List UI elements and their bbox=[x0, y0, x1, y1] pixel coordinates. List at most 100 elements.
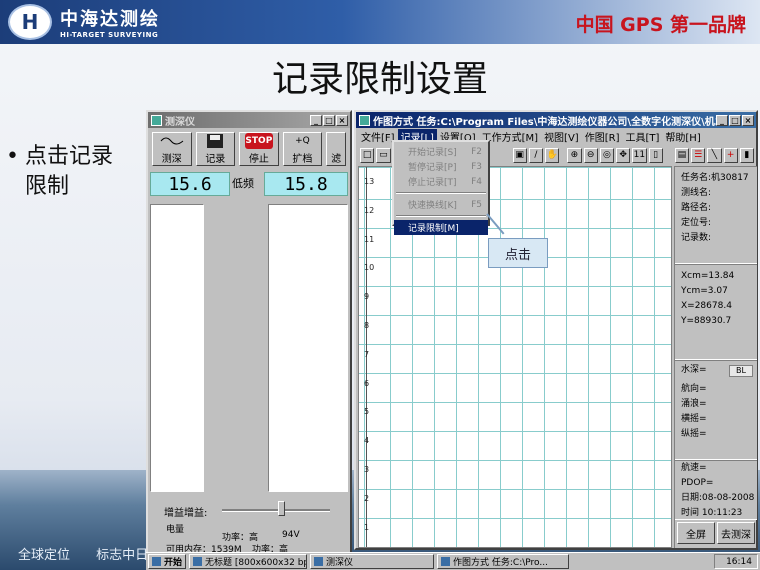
menu-view[interactable]: 视图[V] bbox=[541, 129, 582, 144]
y-tick-label: 2 bbox=[364, 493, 370, 503]
record-button[interactable]: 记录 bbox=[195, 132, 236, 166]
time-value: 时间 10:11:23 bbox=[681, 508, 743, 518]
pdop-value: PDOP= bbox=[681, 478, 714, 488]
start-button[interactable]: 开始 bbox=[148, 554, 187, 569]
bl-badge: BL bbox=[729, 365, 753, 377]
taskbar-item-label: 无标题 [800x600x32 bp... bbox=[205, 558, 308, 568]
menu-item-record-limit[interactable]: 记录限制[M] bbox=[394, 220, 488, 235]
sounder-title: 测深仪 bbox=[165, 116, 195, 128]
start-record-label: 开始记录[S] bbox=[408, 148, 457, 158]
status-section: 航速= PDOP= 日期:08-08-2008 时间 10:11:23 bbox=[675, 460, 757, 520]
expand-range-button[interactable]: +Q 扩档 bbox=[282, 132, 323, 166]
new-icon[interactable]: □ bbox=[360, 147, 375, 163]
fullscreen-button[interactable]: 全屏 bbox=[677, 522, 715, 544]
logo-mark-icon: H bbox=[8, 4, 52, 40]
close-button[interactable]: × bbox=[336, 114, 348, 126]
stop-icon: STOP bbox=[244, 133, 273, 149]
filter-button-partial[interactable]: 滤 bbox=[326, 132, 346, 166]
list-icon[interactable]: ☰ bbox=[691, 147, 706, 163]
gain-label: 增益增益: bbox=[164, 508, 208, 519]
logo-en-text: HI-TARGET SURVEYING bbox=[60, 31, 159, 39]
one-to-one-icon[interactable]: 11 bbox=[632, 147, 647, 163]
table-icon[interactable]: ▤ bbox=[674, 147, 689, 163]
task-name: 任务名:机30817 bbox=[681, 173, 749, 183]
menu-item-quick-line[interactable]: 快速换线[K] F5 bbox=[394, 197, 488, 212]
zoom-in-icon[interactable]: ⊕ bbox=[567, 147, 582, 163]
readout-left: 15.6 bbox=[150, 172, 230, 196]
more-icon[interactable]: ▮ bbox=[739, 147, 754, 163]
windows-icon bbox=[152, 557, 161, 566]
surge-value: 涌浪= bbox=[681, 399, 707, 409]
clock: 16:14 bbox=[726, 556, 752, 567]
sounder-toolbar: 测深 记录 STOP 停止 +Q 扩档 滤 bbox=[150, 130, 348, 170]
task-info-section: 任务名:机30817 测线名: 路径名: 定位号: 记录数: bbox=[675, 166, 757, 264]
echo-panel-left bbox=[150, 204, 204, 492]
sounding-button[interactable]: 测深 bbox=[152, 132, 192, 166]
gain-slider-thumb[interactable] bbox=[278, 501, 286, 516]
bullet-text: 点击记录限制 bbox=[24, 144, 113, 199]
x-value: X=28678.4 bbox=[681, 301, 732, 311]
click-callout: 点击 bbox=[488, 238, 548, 268]
sounder-titlebar[interactable]: 测深仪 _ □ × bbox=[148, 112, 350, 128]
taskbar-item-sounder[interactable]: 测深仪 bbox=[310, 554, 435, 569]
app-icon bbox=[359, 114, 370, 126]
system-tray: 16:14 bbox=[714, 554, 758, 569]
plot-titlebar[interactable]: 作图方式 任务:C:\Program Files\中海达测绘仪器公司\全数字化测… bbox=[356, 112, 756, 128]
expand-range-label: 扩档 bbox=[292, 154, 313, 165]
zoom-out-icon[interactable]: ⊖ bbox=[583, 147, 598, 163]
pitch-value: 纵摇= bbox=[681, 429, 707, 439]
taskbar-item-untitled[interactable]: 无标题 [800x600x32 bp... bbox=[189, 554, 308, 569]
info-panel: 任务名:机30817 测线名: 路径名: 定位号: 记录数: Xcm=13.84… bbox=[674, 166, 757, 548]
pan-icon[interactable]: ✥ bbox=[616, 147, 631, 163]
stop-record-label: 停止记录[T] bbox=[408, 178, 457, 188]
bottom-text-2: 标志中日 bbox=[96, 548, 149, 563]
menu-item-start-record[interactable]: 开始记录[S] F2 bbox=[394, 144, 488, 159]
pencil-icon[interactable]: / bbox=[528, 147, 543, 163]
coord-section: Xcm=13.84 Ycm=3.07 X=28678.4 Y=88930.7 bbox=[675, 264, 757, 360]
wave-icon bbox=[158, 133, 186, 149]
cross-icon[interactable]: + bbox=[723, 147, 738, 163]
go-sounding-button[interactable]: 去测深 bbox=[717, 522, 755, 544]
speed-value: 航速= bbox=[681, 463, 707, 473]
bullet-marker: • bbox=[6, 144, 19, 169]
maximize-button[interactable]: □ bbox=[729, 114, 741, 126]
xcm-value: Xcm=13.84 bbox=[681, 271, 735, 281]
y-tick-label: 3 bbox=[364, 465, 370, 474]
menu-item-stop-record[interactable]: 停止记录[T] F4 bbox=[394, 174, 488, 189]
menu-separator bbox=[396, 192, 486, 194]
menu-item-pause-record[interactable]: 暂停记录[P] F3 bbox=[394, 159, 488, 174]
record-label: 记录 bbox=[205, 154, 226, 165]
gain-slider-track[interactable] bbox=[222, 509, 330, 512]
y-tick-label: 6 bbox=[364, 378, 370, 388]
zoom-fit-icon[interactable]: ◎ bbox=[599, 147, 614, 163]
y-tick-label: 9 bbox=[364, 292, 370, 302]
stop-record-key: F4 bbox=[471, 176, 482, 187]
close-button[interactable]: × bbox=[742, 114, 754, 126]
y-tick-label: 5 bbox=[364, 407, 370, 417]
minimize-button[interactable]: _ bbox=[716, 114, 728, 126]
disk-icon bbox=[201, 133, 229, 149]
quick-line-label: 快速换线[K] bbox=[408, 201, 457, 211]
minimize-button[interactable]: _ bbox=[310, 114, 322, 126]
line-icon[interactable]: ╲ bbox=[707, 147, 722, 163]
open-icon[interactable]: ▭ bbox=[376, 147, 391, 163]
taskbar-item-plot[interactable]: 作图方式 任务:C:\Pro... bbox=[437, 554, 570, 569]
lock-icon[interactable]: ▣ bbox=[512, 147, 527, 163]
y-tick-label: 8 bbox=[364, 321, 370, 330]
y-tick-label: 4 bbox=[364, 436, 370, 446]
plot-title: 作图方式 任务:C:\Program Files\中海达测绘仪器公司\全数字化测… bbox=[373, 116, 716, 128]
stop-button[interactable]: STOP 停止 bbox=[239, 132, 279, 166]
maximize-button[interactable]: □ bbox=[323, 114, 335, 126]
bullet-item: • 点击记录限制 bbox=[6, 142, 116, 202]
menu-tools[interactable]: 工具[T] bbox=[622, 129, 662, 144]
y-tick-label: 7 bbox=[364, 349, 370, 359]
y-tick-label: 13 bbox=[364, 177, 375, 186]
menu-plot[interactable]: 作图[R] bbox=[582, 129, 623, 144]
hand-icon[interactable]: ✋ bbox=[545, 147, 560, 163]
menu-help[interactable]: 帮助[H] bbox=[662, 129, 703, 144]
app-icon bbox=[314, 557, 324, 566]
zoom-icon: +Q bbox=[295, 136, 310, 146]
battery-label: 电量 bbox=[166, 525, 185, 535]
ycm-value: Ycm=3.07 bbox=[681, 286, 728, 296]
page-icon[interactable]: ▯ bbox=[648, 147, 663, 163]
